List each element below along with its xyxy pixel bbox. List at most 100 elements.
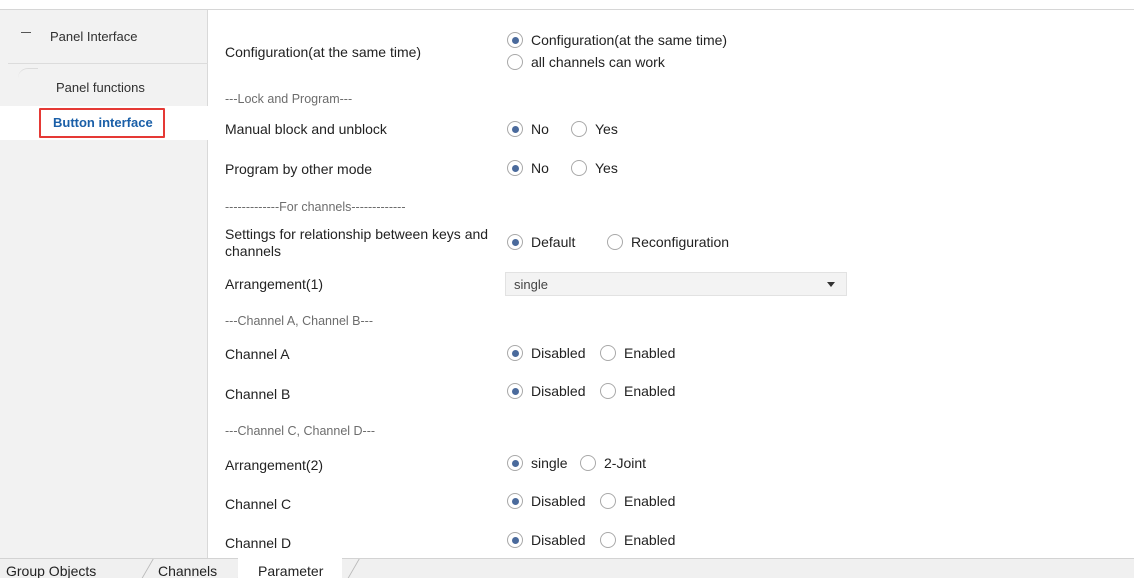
radio-program-other-yes[interactable]: Yes [571, 158, 618, 178]
param-label: Arrangement(2) [225, 457, 324, 473]
radio-label: Disabled [531, 493, 586, 509]
param-row-channel-d: Channel D Disabled Enabled [209, 530, 1134, 552]
radio-unchecked-icon [600, 532, 616, 548]
radio-config-same-time[interactable]: Configuration(at the same time) [507, 30, 727, 50]
parameter-panel: Configuration(at the same time) Configur… [209, 10, 1134, 558]
sidebar-item-panel-functions[interactable]: Panel functions [0, 74, 208, 104]
radio-checked-icon [507, 532, 523, 548]
radio-label: Disabled [531, 345, 586, 361]
radio-label: all channels can work [531, 54, 665, 70]
param-label: Program by other mode [225, 161, 373, 177]
radio-checked-icon [507, 160, 523, 176]
tab-label: Channels [158, 563, 218, 578]
radio-label: Default [531, 234, 576, 250]
radio-label: Yes [595, 121, 618, 137]
radio-checked-icon [507, 121, 523, 137]
radio-label: Enabled [624, 493, 676, 509]
param-label: Configuration(at the same time) [225, 44, 422, 60]
radio-channel-b-disabled[interactable]: Disabled [507, 381, 585, 401]
radio-program-other-no[interactable]: No [507, 158, 549, 178]
section-heading: ---Lock and Program--- [225, 92, 353, 106]
radio-label: Enabled [624, 532, 676, 548]
param-row-relationship: Settings for relationship between keys a… [209, 224, 1134, 264]
section-heading: ---Channel C, Channel D--- [225, 424, 376, 438]
section-heading-ab: ---Channel A, Channel B--- [209, 314, 1134, 334]
radio-label: No [531, 121, 549, 137]
param-row-program-other: Program by other mode No Yes [209, 158, 1134, 180]
radio-label: Configuration(at the same time) [531, 32, 728, 48]
param-label: Channel D [225, 535, 292, 551]
param-label: Settings for relationship between keys a… [225, 226, 489, 259]
tab-channels[interactable]: Channels [148, 559, 232, 578]
radio-arrangement-2-single[interactable]: single [507, 453, 568, 473]
tab-label: Group Objects [6, 563, 97, 578]
radio-checked-icon [507, 383, 523, 399]
radio-label: 2-Joint [604, 455, 647, 471]
tab-group-objects[interactable]: Group Objects [0, 559, 140, 578]
radio-manual-block-yes[interactable]: Yes [571, 119, 618, 139]
radio-label: Disabled [531, 383, 586, 399]
radio-label: Enabled [624, 345, 676, 361]
param-label: Arrangement(1) [225, 276, 324, 292]
radio-channel-d-enabled[interactable]: Enabled [600, 530, 675, 550]
radio-relationship-default[interactable]: Default [507, 232, 575, 252]
parameter-tree-sidebar: Panel Interface Panel functions Button i… [0, 10, 209, 558]
section-heading: ---Channel A, Channel B--- [225, 314, 373, 328]
arrangement-1-select[interactable]: single [505, 272, 847, 296]
radio-arrangement-2-joint[interactable]: 2-Joint [580, 453, 646, 473]
radio-label: Disabled [531, 532, 586, 548]
collapse-minus-icon[interactable] [21, 28, 31, 38]
radio-unchecked-icon [600, 493, 616, 509]
radio-unchecked-icon [571, 160, 587, 176]
param-row-channel-b: Channel B Disabled Enabled [209, 380, 1134, 402]
bottom-tab-bar: Group Objects Channels Parameter [0, 558, 1134, 578]
radio-channel-c-disabled[interactable]: Disabled [507, 491, 585, 511]
param-row-configuration: Configuration(at the same time) Configur… [209, 30, 1134, 76]
radio-checked-icon [507, 455, 523, 471]
tree-divider [8, 63, 208, 64]
radio-unchecked-icon [507, 54, 523, 70]
radio-label: No [531, 160, 549, 176]
param-row-channel-c: Channel C Disabled Enabled [209, 490, 1134, 512]
param-row-manual-block: Manual block and unblock No Yes [209, 118, 1134, 140]
chevron-down-icon [827, 282, 835, 287]
radio-checked-icon [507, 234, 523, 250]
tree-root-label: Panel Interface [50, 29, 138, 44]
param-row-channel-a: Channel A Disabled Enabled [209, 342, 1134, 364]
radio-label: Yes [595, 160, 618, 176]
section-heading: -------------For channels------------- [225, 200, 406, 214]
radio-checked-icon [507, 493, 523, 509]
select-value: single [514, 277, 548, 292]
param-label: Manual block and unblock [225, 121, 387, 137]
param-row-arrangement-1: Arrangement(1) single [209, 272, 1134, 298]
radio-unchecked-icon [600, 345, 616, 361]
radio-relationship-reconfiguration[interactable]: Reconfiguration [607, 232, 729, 252]
radio-channel-a-disabled[interactable]: Disabled [507, 343, 585, 363]
sidebar-item-button-interface[interactable]: Button interface [0, 106, 209, 140]
radio-unchecked-icon [571, 121, 587, 137]
tree-node-panel-interface[interactable]: Panel Interface [0, 10, 208, 66]
radio-label: Reconfiguration [631, 234, 730, 250]
radio-channel-c-enabled[interactable]: Enabled [600, 491, 675, 511]
radio-manual-block-no[interactable]: No [507, 119, 549, 139]
param-label: Channel A [225, 346, 290, 362]
param-label: Channel B [225, 386, 291, 402]
radio-unchecked-icon [607, 234, 623, 250]
param-row-arrangement-2: Arrangement(2) single 2-Joint [209, 452, 1134, 474]
radio-channel-d-disabled[interactable]: Disabled [507, 530, 585, 550]
tab-label: Parameter [258, 563, 324, 578]
sidebar-item-label: Panel functions [56, 80, 145, 95]
radio-channel-b-enabled[interactable]: Enabled [600, 381, 675, 401]
radio-label: single [531, 455, 568, 471]
section-heading-channels: -------------For channels------------- [209, 200, 1134, 220]
radio-checked-icon [507, 345, 523, 361]
tab-parameter[interactable]: Parameter [238, 558, 342, 578]
radio-label: Enabled [624, 383, 676, 399]
section-heading-cd: ---Channel C, Channel D--- [209, 424, 1134, 444]
radio-channel-a-enabled[interactable]: Enabled [600, 343, 675, 363]
selection-highlight: Button interface [39, 108, 165, 138]
param-label: Channel C [225, 496, 292, 512]
radio-all-channels-work[interactable]: all channels can work [507, 52, 665, 72]
section-heading-lock: ---Lock and Program--- [209, 90, 1134, 110]
tab-separator [346, 559, 360, 578]
